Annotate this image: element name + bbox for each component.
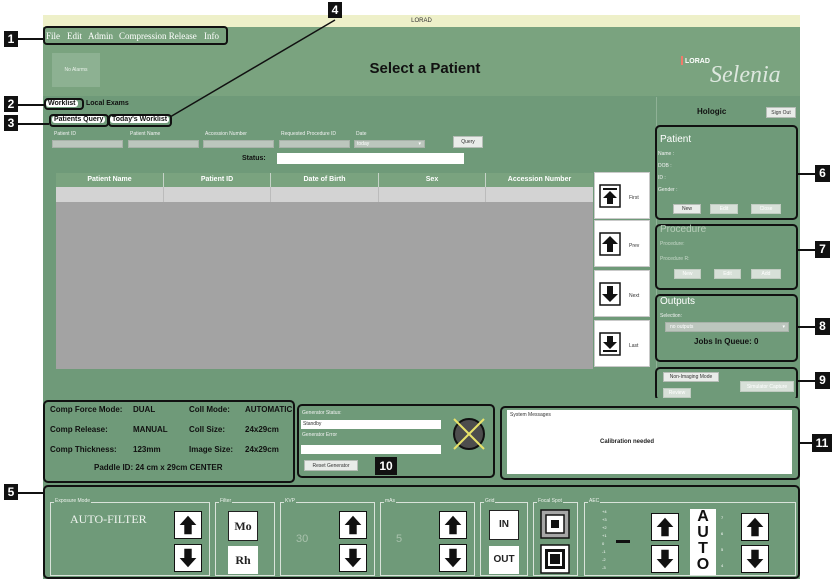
callout-1: 1 bbox=[4, 31, 18, 47]
callout-11: 11 bbox=[812, 434, 832, 452]
callout-11-leader bbox=[800, 442, 812, 444]
callout-2: 2 bbox=[4, 96, 18, 112]
callout-6-leader bbox=[798, 173, 815, 175]
callout-5: 5 bbox=[4, 484, 18, 500]
callout-8-leader bbox=[798, 326, 815, 328]
callout-9: 9 bbox=[815, 372, 830, 389]
callout-4: 4 bbox=[328, 2, 342, 18]
callout-3-leader bbox=[18, 123, 49, 125]
callout-7-leader bbox=[798, 249, 815, 251]
callout-7: 7 bbox=[815, 241, 830, 258]
callout-6: 6 bbox=[815, 165, 830, 182]
callout-1-leader bbox=[18, 38, 43, 40]
callout-8: 8 bbox=[815, 318, 830, 335]
callout-leader-lines bbox=[169, 19, 336, 118]
callout-5-leader bbox=[18, 492, 43, 494]
callout-10: 10 bbox=[375, 457, 397, 475]
callout-2-leader bbox=[18, 104, 44, 106]
callout-3: 3 bbox=[4, 115, 18, 131]
callout-9-leader bbox=[798, 380, 815, 382]
